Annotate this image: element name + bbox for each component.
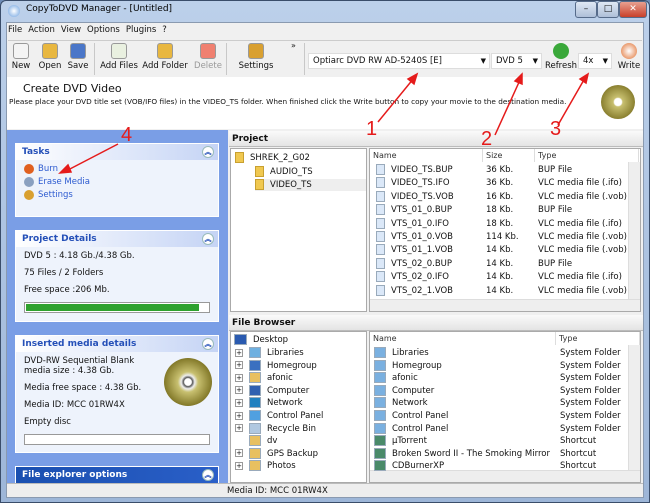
annotation-arrow-2 (494, 79, 521, 136)
annotation-label-4: 4 (121, 124, 133, 146)
annotation-arrow-3 (557, 77, 586, 126)
annotation-label-2: 2 (481, 128, 493, 150)
annotation-label-1: 1 (366, 118, 378, 140)
annotation-arrow-4 (65, 143, 119, 172)
annotation-label-3: 3 (550, 118, 562, 140)
annotation-arrows (58, 72, 590, 174)
annotation-arrow-1 (377, 77, 415, 123)
